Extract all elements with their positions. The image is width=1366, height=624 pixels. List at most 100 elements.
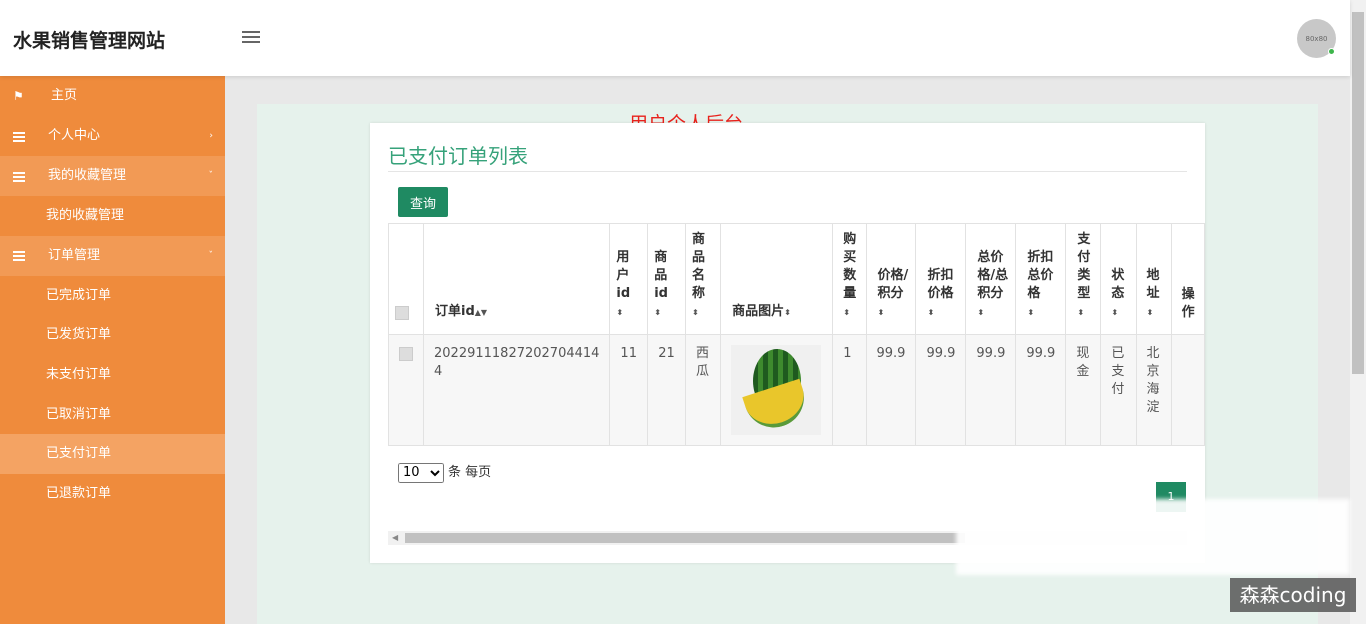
sort-icon[interactable]: ⬍ xyxy=(1027,308,1034,317)
divider xyxy=(388,171,1187,172)
column-header[interactable]: 购买数量 ⬍ xyxy=(832,223,867,335)
page-size-suffix: 条 每页 xyxy=(448,465,492,480)
order-id-cell: 20229111827202704414​4 xyxy=(422,334,611,446)
table-header-row: 订单id▲▼ 用户id ⬍ 商品id ⬍ 商品名称 ⬍ 商品图片⬍ 购买数量 ⬍ 价格/… xyxy=(388,223,1205,335)
chevron-right-icon: › xyxy=(209,131,213,141)
column-header[interactable]: 订单id▲▼ xyxy=(422,223,611,335)
sort-icon[interactable]: ⬍ xyxy=(616,308,623,317)
page-size-select[interactable]: 10 xyxy=(398,462,444,483)
column-header-label: 折扣价格 xyxy=(927,268,954,301)
flag-icon: ⚑ xyxy=(13,89,24,103)
table-row: 20229111827202704414​4 11 21 西瓜 1 99.9 9… xyxy=(388,334,1205,446)
row-select-cell[interactable] xyxy=(388,334,424,446)
column-header-label: 用户id xyxy=(616,250,631,301)
column-header-label: 操作 xyxy=(1181,287,1195,320)
sidebar-subitem-label: 我的收藏管理 xyxy=(46,208,125,223)
chevron-down-icon: ˇ xyxy=(208,171,214,181)
list-icon xyxy=(13,116,25,156)
quantity-cell: 1 xyxy=(832,334,867,446)
sidebar-subitem-favorites[interactable]: 我的收藏管理 xyxy=(0,196,225,236)
column-header-label: 价格/积分 xyxy=(877,268,909,301)
sidebar-subitem-shipped-orders[interactable]: 已发货订单 xyxy=(0,315,225,355)
query-button[interactable]: 查询 xyxy=(398,187,448,217)
sidebar-subitem-completed-orders[interactable]: 已完成订单 xyxy=(0,276,225,316)
discount-total-cell: 99.9 xyxy=(1015,334,1067,446)
sort-icon[interactable]: ▲▼ xyxy=(475,308,487,317)
actions-cell xyxy=(1170,334,1205,446)
column-header: 操作 xyxy=(1170,223,1205,335)
column-header[interactable]: 地址 ⬍ xyxy=(1135,223,1172,335)
sidebar-item-label: 主页 xyxy=(51,88,78,103)
column-header[interactable]: 折扣总价格 ⬍ xyxy=(1015,223,1067,335)
blurred-overlay xyxy=(956,499,1350,575)
column-header[interactable]: 支付类型 ⬍ xyxy=(1065,223,1102,335)
sort-icon[interactable]: ⬍ xyxy=(654,308,661,317)
sidebar-subitem-paid-orders[interactable]: 已支付订单 xyxy=(0,434,225,475)
card-title: 已支付订单列表 xyxy=(388,144,528,168)
column-header-label: 总价格/总积分 xyxy=(977,250,1009,301)
menu-toggle-icon[interactable] xyxy=(242,31,260,45)
sidebar-subitem-label: 已完成订单 xyxy=(46,287,112,303)
sort-icon[interactable]: ⬍ xyxy=(1077,308,1084,317)
chevron-down-icon: ˇ xyxy=(208,250,214,261)
sidebar-item-label: 个人中心 xyxy=(48,128,101,143)
site-title: 水果销售管理网站 xyxy=(13,30,166,52)
total-price-cell: 99.9 xyxy=(965,334,1017,446)
sidebar-subitem-label: 已取消订单 xyxy=(46,406,112,422)
column-header[interactable]: 折扣价格 ⬍ xyxy=(915,223,967,335)
sidebar-subitem-label: 已支付订单 xyxy=(46,446,112,462)
column-header-label: 购买数量 xyxy=(843,232,857,301)
column-header[interactable]: 商品名称 ⬍ xyxy=(684,223,722,335)
sidebar-item-orders[interactable]: 订单管理 ˇ xyxy=(0,235,225,276)
select-all-header[interactable] xyxy=(388,223,424,335)
select-all-checkbox[interactable] xyxy=(395,305,409,320)
sidebar-item-personal[interactable]: 个人中心 › xyxy=(0,116,225,156)
column-header-label: 折扣总价格 xyxy=(1027,250,1054,301)
sort-icon[interactable]: ⬍ xyxy=(878,308,885,317)
column-header[interactable]: 总价格/总积分 ⬍ xyxy=(965,223,1017,335)
order-list-card: 已支付订单列表 查询 订单id▲▼ 用户id ⬍ 商品id ⬍ 商品名称 ⬍ 商品图片… xyxy=(370,123,1205,563)
product-name-cell: 西瓜 xyxy=(684,334,722,446)
sidebar-item-label: 我的收藏管理 xyxy=(48,168,127,183)
sidebar-subitem-label: 已发货订单 xyxy=(46,327,112,343)
column-header-label: 支付类型 xyxy=(1077,232,1091,301)
sidebar-subitem-unpaid-orders[interactable]: 未支付订单 xyxy=(0,355,225,395)
column-header-label: 状态 xyxy=(1111,268,1125,301)
top-bar: 水果销售管理网站 80x80 xyxy=(0,0,1350,76)
online-status-dot xyxy=(1328,48,1335,55)
watermelon-image xyxy=(731,345,822,435)
column-header[interactable]: 状态 ⬍ xyxy=(1100,223,1137,335)
address-cell: 北京海淀 xyxy=(1135,334,1172,446)
sidebar-subitem-label: 已退款订单 xyxy=(46,486,112,502)
column-header[interactable]: 用户id ⬍ xyxy=(609,223,649,335)
column-header-label: 订单id xyxy=(435,304,475,319)
sort-icon[interactable]: ⬍ xyxy=(784,308,791,317)
horizontal-scrollbar-thumb[interactable] xyxy=(405,533,965,543)
sort-icon[interactable]: ⬍ xyxy=(977,308,984,317)
sort-icon[interactable]: ⬍ xyxy=(843,308,850,317)
sidebar-item-home[interactable]: ⚑ 主页 xyxy=(0,76,225,116)
sidebar-subitem-cancelled-orders[interactable]: 已取消订单 xyxy=(0,395,225,435)
sort-icon[interactable]: ⬍ xyxy=(1147,308,1154,317)
sidebar-subitem-label: 未支付订单 xyxy=(46,367,112,383)
discount-price-cell: 99.9 xyxy=(915,334,967,446)
vertical-scrollbar-thumb[interactable] xyxy=(1352,12,1364,374)
column-header[interactable]: 价格/积分 ⬍ xyxy=(865,223,917,335)
user-id-cell: 11 xyxy=(609,334,649,446)
page-size-control: 10 条 每页 xyxy=(398,461,491,483)
row-checkbox[interactable] xyxy=(399,346,413,361)
product-image-cell xyxy=(720,334,834,446)
sidebar-item-favorites[interactable]: 我的收藏管理 ˇ xyxy=(0,156,225,196)
sidebar-item-label: 订单管理 xyxy=(48,247,101,263)
orders-table: 订单id▲▼ 用户id ⬍ 商品id ⬍ 商品名称 ⬍ 商品图片⬍ 购买数量 ⬍ 价格/… xyxy=(388,223,1205,446)
sort-icon[interactable]: ⬍ xyxy=(692,308,699,317)
list-icon xyxy=(13,236,25,276)
column-header[interactable]: 商品图片⬍ xyxy=(720,223,834,335)
sort-icon[interactable]: ⬍ xyxy=(927,308,934,317)
scroll-left-icon[interactable]: ◀ xyxy=(392,533,398,542)
sidebar-subitem-refunded-orders[interactable]: 已退款订单 xyxy=(0,474,225,514)
sort-icon[interactable]: ⬍ xyxy=(1111,308,1118,317)
column-header[interactable]: 商品id ⬍ xyxy=(647,223,686,335)
pay-type-cell: 现金 xyxy=(1065,334,1102,446)
status-cell: 已支付 xyxy=(1100,334,1137,446)
